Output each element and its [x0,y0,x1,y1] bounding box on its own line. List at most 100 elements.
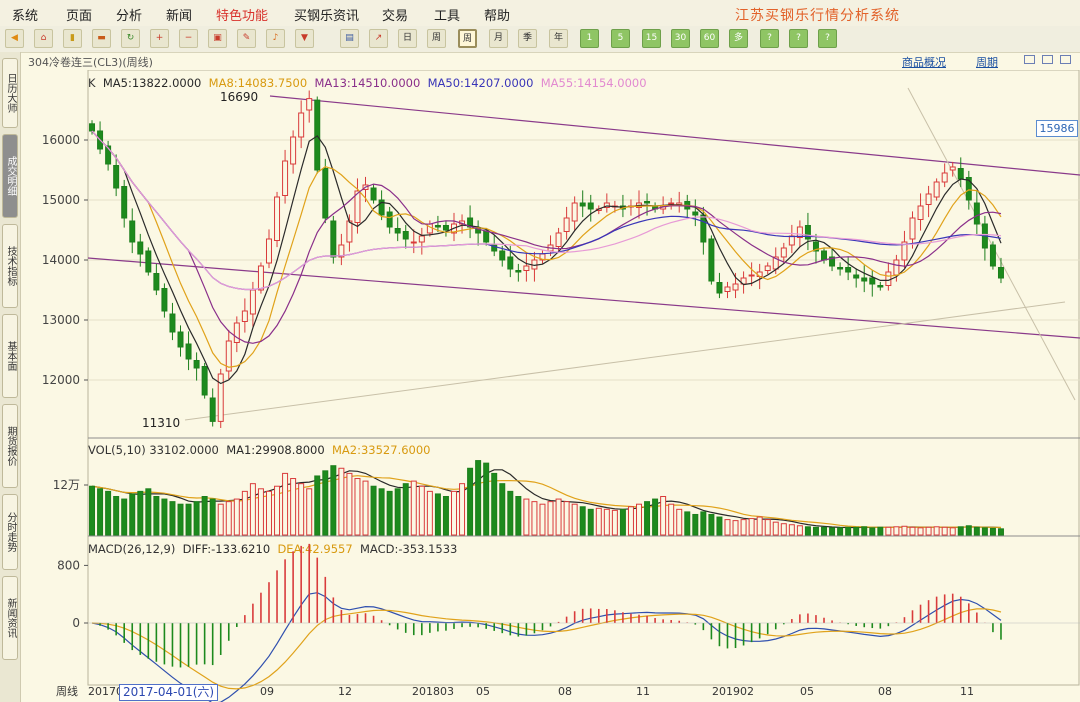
upper-trendline [269,95,1080,176]
menu-page[interactable]: 页面 [66,5,92,24]
zoom-in-icon[interactable]: + [150,29,169,48]
candle-body [89,123,96,132]
volume-bar [193,501,200,536]
period-year-button[interactable]: 年 [549,29,568,48]
period-month-button[interactable]: 月 [489,29,508,48]
candle-body [217,373,224,422]
volume-bar [523,498,530,536]
volume-bar [869,527,876,536]
x-tick-label: 11 [636,685,650,698]
zoom-out-icon[interactable]: − [179,29,198,48]
volume-bar [684,511,691,536]
volume-bar [547,501,554,536]
volume-bar [909,526,916,536]
bell-icon[interactable]: ♪ [266,29,285,48]
volume-bar [917,527,924,536]
candle-body [893,259,900,276]
home-icon[interactable]: ⌂ [34,29,53,48]
refresh-icon[interactable]: ↻ [121,29,140,48]
menu-system[interactable]: 系统 [12,5,38,24]
menu-news[interactable]: 新闻 [166,5,192,24]
candle-body [314,99,321,171]
volume-bar [507,490,514,536]
sidebar-tab-fundamentals[interactable]: 基本面 [2,314,18,398]
menu-trade[interactable]: 交易 [382,5,408,24]
folder-icon[interactable]: ▬ [92,29,111,48]
volume-bar [957,526,964,536]
pen-icon[interactable]: ✎ [237,29,256,48]
volume-bar [137,490,144,536]
filter-icon[interactable]: ▼ [295,29,314,48]
product-overview-link[interactable]: 商品概况 [902,54,946,70]
period-week-button[interactable]: 周 [458,29,477,48]
period-quarter-button[interactable]: 季 [518,29,537,48]
candle-body [973,202,980,225]
book-icon[interactable]: ▮ [63,29,82,48]
volume-bar [668,503,675,536]
candle-body [290,136,297,165]
question-icon[interactable]: ? [818,29,837,48]
window-button-2[interactable] [1042,55,1053,64]
sidebar-tab-trades[interactable]: 成交明细 [2,134,18,218]
sidebar-tab-news[interactable]: 新闻资讯 [2,576,18,660]
volume-bar [451,490,457,536]
volume-bar [362,480,369,536]
candle-body [853,274,860,279]
candle-body [442,225,449,231]
candle-body [764,265,771,271]
volume-bar [676,508,683,536]
candlestick-chart[interactable]: 16000 15000 14000 13000 12000 12万 800 0 周线 20170 0… [20,70,1080,702]
volume-bar [338,467,345,536]
menu-help[interactable]: 帮助 [484,5,510,24]
candle-body [507,256,514,270]
volume-bar [652,498,659,536]
period-link[interactable]: 周期 [976,54,998,70]
volume-bar [217,503,224,536]
period-15min-button[interactable]: 15 [642,29,661,48]
sidebar-tab-intraday[interactable]: 分时走势 [2,494,18,570]
candle-body [161,288,168,312]
period-day-button[interactable]: 日 [398,29,417,48]
layout-icon[interactable]: ▣ [208,29,227,48]
x-tick-label: 09 [260,685,274,698]
volume-bar [603,508,610,536]
volume-bar [314,475,321,536]
window-button-3[interactable] [1060,55,1071,64]
period-30min-button[interactable]: 30 [671,29,690,48]
menu-info[interactable]: 买钢乐资讯 [294,5,359,24]
table-icon[interactable]: ▤ [340,29,359,48]
symbol-label: 304冷卷连三(CL3)(周线) [28,56,153,69]
volume-bar [121,498,128,536]
menu-features[interactable]: 特色功能 [216,5,268,24]
period-5min-button[interactable]: 5 [611,29,630,48]
period-1min-button[interactable]: 1 [580,29,599,48]
volume-bar [483,462,490,536]
period-multi-button[interactable]: 多 [729,29,748,48]
candle-body [274,196,281,241]
menu-analysis[interactable]: 分析 [116,5,142,24]
period-week-button-alt[interactable]: 周 [427,29,446,48]
candle-body [515,270,522,273]
candle-body [306,98,313,111]
period-custom-button[interactable]: ? [760,29,779,48]
menu-tools[interactable]: 工具 [434,5,460,24]
period-60min-button[interactable]: 60 [700,29,719,48]
sidebar-tab-quotes[interactable]: 期货报价 [2,404,18,488]
volume-tick-label: 12万 [53,478,80,492]
help-icon[interactable]: ? [789,29,808,48]
window-button-1[interactable] [1024,55,1035,64]
candle-body [386,211,393,228]
volume-bar [265,490,272,536]
back-arrow-icon[interactable]: ◀ [5,29,24,48]
candle-body [322,168,329,219]
line-chart-icon[interactable]: ↗ [369,29,388,48]
volume-bar [354,478,361,536]
volume-bar [981,527,988,536]
volume-bar [732,520,739,536]
volume-bar [274,485,281,536]
x-tick-label: 20170 [88,685,123,698]
sidebar-tab-calendar[interactable]: 日历大师 [2,58,18,128]
sidebar-tab-indicators[interactable]: 技术指标 [2,224,18,308]
volume-bar [845,526,852,536]
candle-body [233,322,240,343]
